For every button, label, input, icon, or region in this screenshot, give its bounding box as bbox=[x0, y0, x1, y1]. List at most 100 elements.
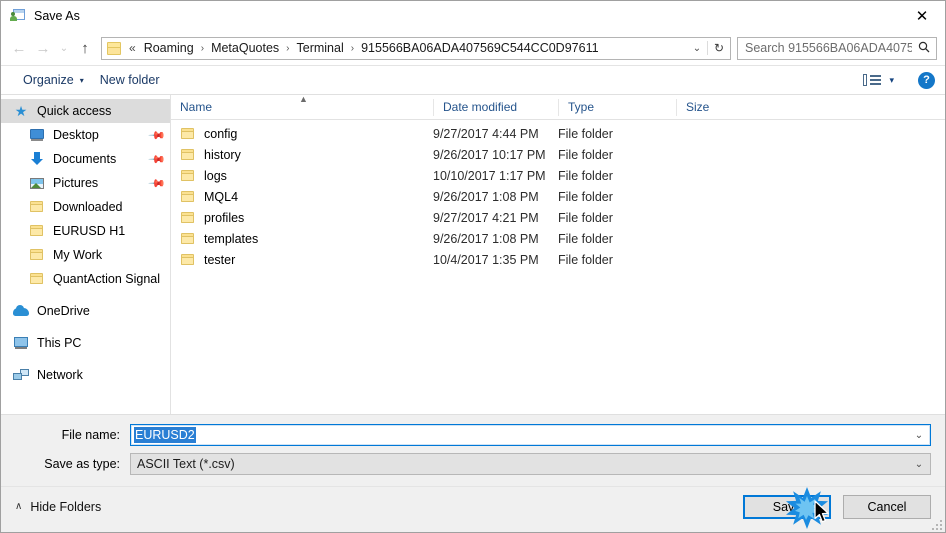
sidebar-item-quick-access[interactable]: ★ Quick access bbox=[1, 99, 170, 123]
cancel-button[interactable]: Cancel bbox=[843, 494, 931, 519]
chevron-down-icon[interactable]: ⌄ bbox=[908, 430, 930, 441]
breadcrumb-separator[interactable]: › bbox=[197, 43, 208, 54]
file-type: File folder bbox=[558, 147, 613, 162]
column-header-type[interactable]: Type bbox=[558, 98, 676, 116]
onedrive-icon bbox=[13, 303, 29, 319]
folder-icon bbox=[180, 147, 196, 163]
column-header-date-modified[interactable]: Date modified bbox=[433, 98, 558, 116]
close-icon[interactable]: ✕ bbox=[899, 1, 945, 31]
navigation-sidebar: ★ Quick access Desktop 📌 Documents 📌 Pic… bbox=[1, 95, 171, 414]
folder-icon bbox=[29, 271, 45, 287]
recent-locations-icon[interactable]: ⌄ bbox=[55, 36, 73, 60]
refresh-icon[interactable]: ↻ bbox=[707, 41, 730, 55]
new-folder-button[interactable]: New folder bbox=[92, 69, 168, 91]
search-box[interactable]: Search 915566BA06ADA40756... bbox=[737, 36, 937, 60]
sidebar-item-label: Network bbox=[37, 368, 83, 382]
sidebar-item-label: QuantAction Signal bbox=[53, 272, 161, 286]
sidebar-item-documents[interactable]: Documents 📌 bbox=[1, 147, 170, 171]
sidebar-item-quantaction-signal[interactable]: QuantAction Signal bbox=[1, 267, 170, 291]
file-name: tester bbox=[204, 252, 236, 267]
breadcrumb-item-roaming[interactable]: Roaming bbox=[141, 39, 197, 57]
file-date-modified: 9/27/2017 4:44 PM bbox=[433, 126, 539, 141]
file-type: File folder bbox=[558, 210, 613, 225]
title-bar: Save As ✕ bbox=[1, 1, 945, 31]
resize-grip[interactable] bbox=[930, 518, 942, 530]
view-list-icon[interactable] bbox=[863, 72, 883, 88]
pin-icon[interactable]: 📌 bbox=[148, 150, 167, 168]
folder-icon bbox=[180, 189, 196, 205]
file-date-modified: 10/4/2017 1:35 PM bbox=[433, 252, 539, 267]
chevron-down-icon[interactable]: ▾ bbox=[885, 75, 904, 86]
table-row[interactable]: logs 10/10/2017 1:17 PM File folder bbox=[171, 165, 945, 186]
table-row[interactable]: config 9/27/2017 4:44 PM File folder bbox=[171, 123, 945, 144]
file-type: File folder bbox=[558, 189, 613, 204]
file-type: File folder bbox=[558, 231, 613, 246]
organize-label: Organize bbox=[23, 73, 74, 87]
hide-folders-button[interactable]: ∧ Hide Folders bbox=[15, 500, 101, 514]
chevron-down-icon: ▾ bbox=[79, 75, 84, 85]
organize-button[interactable]: Organize ▾ bbox=[15, 69, 92, 91]
save-as-type-row: Save as type: ASCII Text (*.csv) ⌄ bbox=[15, 453, 931, 475]
forward-icon[interactable]: → bbox=[31, 36, 55, 60]
search-icon bbox=[912, 41, 936, 56]
breadcrumb-item-metaquotes[interactable]: MetaQuotes bbox=[208, 39, 282, 57]
file-name: logs bbox=[204, 168, 227, 183]
search-input[interactable]: Search 915566BA06ADA40756... bbox=[738, 41, 912, 55]
save-as-type-value: ASCII Text (*.csv) bbox=[137, 457, 235, 471]
file-name-input[interactable]: EURUSD2 ⌄ bbox=[130, 424, 931, 446]
table-row[interactable]: MQL4 9/26/2017 1:08 PM File folder bbox=[171, 186, 945, 207]
breadcrumb-separator[interactable]: › bbox=[347, 43, 358, 54]
sidebar-item-network[interactable]: Network bbox=[1, 363, 170, 387]
up-one-level-icon[interactable]: ↑ bbox=[73, 36, 97, 60]
star-icon: ★ bbox=[14, 103, 28, 119]
breadcrumb-overflow[interactable]: « bbox=[126, 41, 139, 55]
hide-folders-label: Hide Folders bbox=[30, 499, 102, 514]
help-button[interactable]: ? bbox=[918, 71, 935, 89]
column-headers: Name Date modified Type Size ▲ bbox=[171, 94, 945, 120]
breadcrumb-item-terminal-id[interactable]: 915566BA06ADA407569C544CC0D97611 bbox=[358, 39, 601, 57]
breadcrumb-separator[interactable]: › bbox=[282, 43, 293, 54]
address-bar[interactable]: « Roaming › MetaQuotes › Terminal › 9155… bbox=[101, 36, 731, 60]
table-row[interactable]: profiles 9/27/2017 4:21 PM File folder bbox=[171, 207, 945, 228]
breadcrumb-item-terminal[interactable]: Terminal bbox=[294, 39, 347, 57]
save-as-type-select[interactable]: ASCII Text (*.csv) ⌄ bbox=[130, 453, 931, 475]
table-row[interactable]: tester 10/4/2017 1:35 PM File folder bbox=[171, 249, 945, 270]
save-button[interactable]: Save bbox=[743, 494, 831, 519]
sidebar-item-pictures[interactable]: Pictures 📌 bbox=[1, 171, 170, 195]
sidebar-item-eurusd-h1[interactable]: EURUSD H1 bbox=[1, 219, 170, 243]
table-row[interactable]: history 9/26/2017 10:17 PM File folder bbox=[171, 144, 945, 165]
window-title: Save As bbox=[34, 9, 80, 23]
navigation-bar: ← → ⌄ ↑ « Roaming › MetaQuotes › Termina… bbox=[1, 31, 945, 65]
file-name: templates bbox=[204, 231, 259, 246]
sidebar-item-desktop[interactable]: Desktop 📌 bbox=[1, 123, 170, 147]
chevron-down-icon[interactable]: ⌄ bbox=[687, 43, 707, 54]
sidebar-item-onedrive[interactable]: OneDrive bbox=[1, 299, 170, 323]
file-name: config bbox=[204, 126, 238, 141]
sort-ascending-icon: ▲ bbox=[299, 94, 308, 104]
sidebar-item-my-work[interactable]: My Work bbox=[1, 243, 170, 267]
sidebar-item-label: Downloaded bbox=[53, 200, 123, 214]
sidebar-item-label: Quick access bbox=[37, 104, 112, 118]
command-toolbar: Organize ▾ New folder ▾ ? bbox=[1, 65, 945, 95]
sidebar-item-this-pc[interactable]: This PC bbox=[1, 331, 170, 355]
sidebar-item-label: This PC bbox=[37, 336, 82, 350]
sidebar-item-downloaded[interactable]: Downloaded bbox=[1, 195, 170, 219]
file-list: Name Date modified Type Size ▲ config 9/… bbox=[171, 94, 945, 414]
folder-icon bbox=[29, 223, 45, 239]
sidebar-item-label: Desktop bbox=[53, 128, 99, 142]
folder-icon bbox=[107, 41, 122, 55]
table-row[interactable]: templates 9/26/2017 1:08 PM File folder bbox=[171, 228, 945, 249]
pin-icon[interactable]: 📌 bbox=[148, 174, 167, 192]
documents-icon bbox=[29, 151, 45, 167]
pin-icon[interactable]: 📌 bbox=[148, 126, 167, 144]
file-date-modified: 9/26/2017 10:17 PM bbox=[433, 147, 546, 162]
chevron-down-icon[interactable]: ⌄ bbox=[908, 459, 930, 470]
folder-icon bbox=[180, 210, 196, 226]
file-date-modified: 9/26/2017 1:08 PM bbox=[433, 231, 539, 246]
column-header-size[interactable]: Size bbox=[676, 98, 756, 116]
file-date-modified: 10/10/2017 1:17 PM bbox=[433, 168, 546, 183]
chevron-up-icon: ∧ bbox=[15, 501, 23, 512]
back-icon[interactable]: ← bbox=[7, 36, 31, 60]
file-name-value[interactable]: EURUSD2 bbox=[134, 427, 196, 443]
folder-icon bbox=[180, 252, 196, 268]
